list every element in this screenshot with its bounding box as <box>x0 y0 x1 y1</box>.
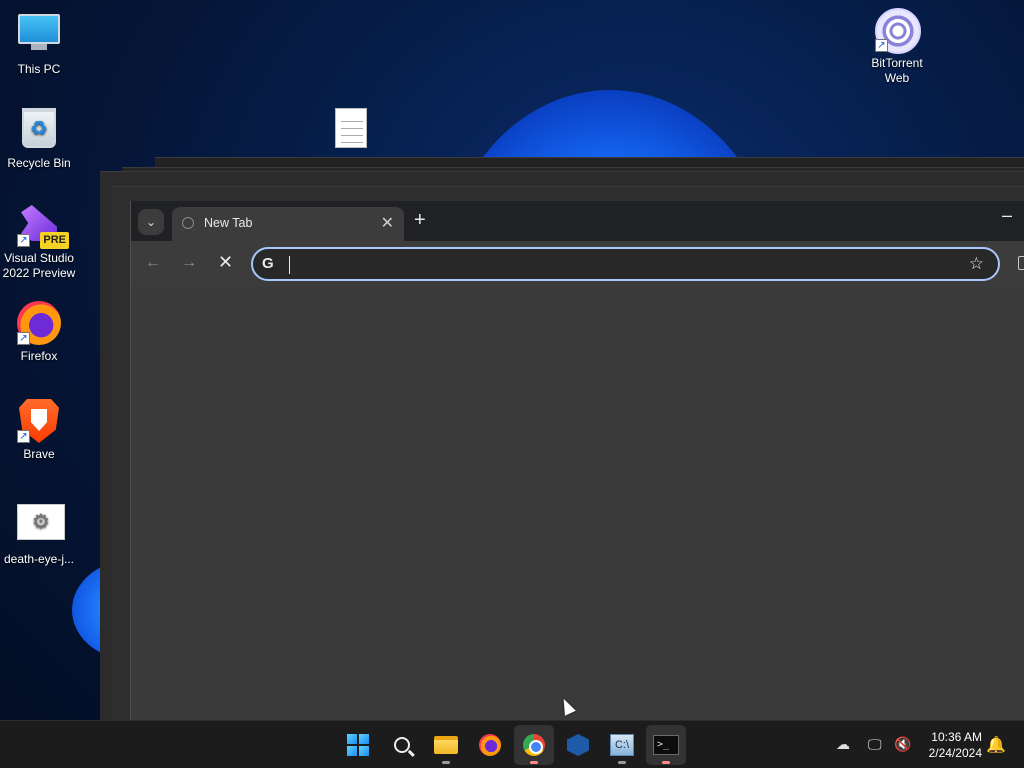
folder-icon <box>434 736 458 754</box>
running-indicator <box>442 761 450 764</box>
bittorrent-icon: ↗ <box>875 8 921 54</box>
desktop-icon-label: death-eye-j... <box>3 552 75 566</box>
back-button[interactable]: ← <box>145 254 161 272</box>
clock-time: 10:36 AM <box>931 730 982 744</box>
notification-bell-icon[interactable]: 🔔 <box>986 735 1006 755</box>
forward-button[interactable]: → <box>181 254 197 272</box>
desktop-icon-firefox[interactable]: ↗ Firefox <box>0 301 78 364</box>
desktop-icon-recycle-bin[interactable]: ♻ Recycle Bin <box>0 106 78 171</box>
browser-toolbar: ← → ✕ G ☆ <box>131 241 1024 287</box>
volume-muted-icon[interactable]: 🔇 <box>894 736 911 753</box>
taskbar-search-button[interactable] <box>382 725 422 765</box>
desktop-icon-label: BitTorrent Web <box>871 56 923 85</box>
taskbar-chrome[interactable] <box>514 725 554 765</box>
terminal-icon: >_ <box>653 735 679 755</box>
desktop-icon-this-pc[interactable]: This PC <box>0 10 78 77</box>
bookmark-star-icon[interactable]: ☆ <box>969 254 984 274</box>
tab-strip: ⌄ New Tab ✕ + – <box>131 201 1024 241</box>
chrome-icon <box>523 734 545 756</box>
shortcut-arrow-icon: ↗ <box>17 430 30 443</box>
taskbar-file-explorer[interactable] <box>426 725 466 765</box>
document-file-icon[interactable] <box>335 108 367 148</box>
running-indicator <box>662 761 670 764</box>
taskbar-firefox[interactable] <box>470 725 510 765</box>
desktop-icon-label: Recycle Bin <box>7 156 71 170</box>
address-input[interactable] <box>287 253 947 275</box>
brave-icon: ↗ <box>17 399 61 443</box>
minimize-button[interactable]: – <box>1002 205 1012 226</box>
tab-title: New Tab <box>204 216 253 230</box>
taskbar-terminal[interactable]: >_ <box>646 725 686 765</box>
running-indicator <box>618 761 626 764</box>
pre-badge: PRE <box>40 232 69 249</box>
network-icon[interactable]: 🖵 <box>868 736 882 753</box>
tool-app-icon: C:\ <box>610 734 634 756</box>
desktop-icon-death-eye[interactable]: ⚙ death-eye-j... <box>0 500 78 567</box>
clock-date: 2/24/2024 <box>928 746 982 760</box>
desktop-icon-brave[interactable]: ↗ Brave <box>0 399 78 462</box>
system-clock[interactable]: 10:36 AM 2/24/2024 <box>929 729 982 761</box>
shortcut-arrow-icon: ↗ <box>17 332 30 345</box>
new-tab-button[interactable]: + <box>414 209 426 232</box>
google-icon: G <box>262 255 274 272</box>
tab-search-button[interactable]: ⌄ <box>138 209 164 235</box>
browser-window: ⌄ New Tab ✕ + – ← → ✕ G ☆ <box>130 201 1024 720</box>
tab-favicon-icon <box>182 217 194 229</box>
firefox-icon: ↗ <box>17 301 61 345</box>
desktop-icon-label: Brave <box>23 447 55 461</box>
onedrive-offline-icon[interactable]: ☁ <box>836 736 850 753</box>
desktop-icon-label: Firefox <box>20 349 58 363</box>
desktop-icon-visual-studio[interactable]: PRE ↗ Visual Studio 2022 Preview <box>0 203 78 281</box>
stop-loading-button[interactable]: ✕ <box>218 252 233 273</box>
search-icon <box>394 737 410 753</box>
tab-new-tab[interactable]: New Tab ✕ <box>172 207 404 241</box>
computer-icon <box>17 14 61 58</box>
firefox-icon <box>479 734 501 756</box>
virtualbox-icon <box>567 734 589 756</box>
shortcut-arrow-icon: ↗ <box>875 39 888 52</box>
desktop-icon-label: Visual Studio 2022 Preview <box>2 251 76 280</box>
shortcut-arrow-icon: ↗ <box>17 234 30 247</box>
side-panel-icon[interactable] <box>1018 256 1024 270</box>
settings-file-icon: ⚙ <box>17 504 65 548</box>
taskbar: C:\ >_ ☁ 🖵 🔇 10:36 AM 2/24/2024 🔔 <box>0 720 1024 768</box>
page-content[interactable] <box>131 287 1024 720</box>
start-button[interactable] <box>338 725 378 765</box>
windows-logo-icon <box>347 734 369 756</box>
running-indicator <box>530 761 538 764</box>
visual-studio-icon: PRE ↗ <box>17 203 69 249</box>
taskbar-virtualbox[interactable] <box>558 725 598 765</box>
taskbar-tool[interactable]: C:\ <box>602 725 642 765</box>
desktop-icon-label: This PC <box>17 62 61 76</box>
tab-close-button[interactable]: ✕ <box>381 213 394 233</box>
address-bar[interactable]: G ☆ <box>251 247 1000 281</box>
recycle-bin-icon: ♻ <box>17 108 61 152</box>
desktop-icon-bittorrent[interactable]: ↗ BitTorrent Web <box>858 8 936 86</box>
